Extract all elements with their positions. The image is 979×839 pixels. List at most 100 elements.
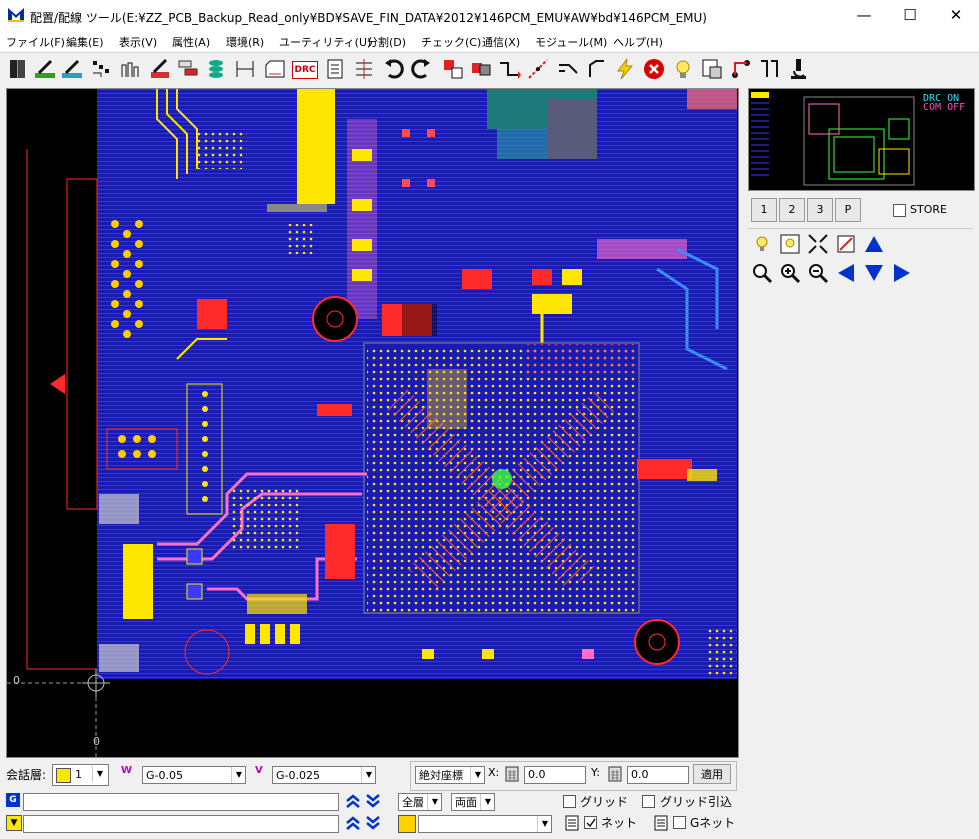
redo-icon[interactable] bbox=[410, 57, 434, 81]
menu-utility[interactable]: ユーティリティ(U) bbox=[279, 34, 371, 50]
highlight-icon[interactable] bbox=[671, 57, 695, 81]
side-scope-select[interactable]: 両面 ▼ bbox=[451, 793, 495, 811]
store-checkbox[interactable] bbox=[893, 204, 906, 217]
gnet-checkbox[interactable] bbox=[673, 816, 686, 829]
net-checkbox[interactable] bbox=[584, 816, 597, 829]
microscope-icon[interactable] bbox=[786, 57, 810, 81]
view-3-button[interactable]: 3 bbox=[807, 198, 833, 222]
zoom-in-icon[interactable] bbox=[778, 261, 802, 285]
x-input[interactable]: 0.0 bbox=[524, 766, 586, 784]
via-size-icon: V bbox=[255, 765, 263, 776]
coord-mode-select[interactable]: 絶対座標 ▼ bbox=[415, 766, 485, 784]
layer-scope-value: 全層 bbox=[402, 796, 424, 809]
component-icon[interactable] bbox=[89, 57, 113, 81]
menu-file[interactable]: ファイル(F) bbox=[6, 34, 65, 50]
via-icon[interactable] bbox=[204, 57, 228, 81]
move-icon[interactable] bbox=[441, 57, 465, 81]
overview-minimap[interactable]: DRC ON COM OFF bbox=[748, 88, 975, 191]
net-icon[interactable] bbox=[729, 57, 753, 81]
undo-icon[interactable] bbox=[381, 57, 405, 81]
spacing-icon[interactable] bbox=[352, 57, 376, 81]
pan-down-icon[interactable] bbox=[862, 261, 886, 285]
pan-right-icon[interactable] bbox=[890, 261, 914, 285]
drc-icon[interactable]: DRC bbox=[291, 57, 319, 81]
menu-split[interactable]: 分割(D) bbox=[367, 34, 406, 50]
outline-icon[interactable] bbox=[263, 57, 287, 81]
store-label: STORE bbox=[910, 203, 947, 216]
chevron-down-icon: ▼ bbox=[361, 767, 375, 783]
light-view-icon[interactable] bbox=[750, 232, 774, 256]
grid-checkbox[interactable] bbox=[563, 795, 576, 808]
view-p-button[interactable]: P bbox=[835, 198, 861, 222]
wire-width-select[interactable]: G-0.05 ▼ bbox=[142, 766, 246, 784]
pan-up-icon[interactable] bbox=[862, 232, 886, 256]
maximize-button[interactable]: ☐ bbox=[887, 0, 933, 31]
message-icon: ▼ bbox=[6, 815, 22, 831]
message-scroll-down-icon[interactable] bbox=[364, 814, 382, 832]
probe-icon[interactable] bbox=[757, 57, 781, 81]
layer-label: 会話層: bbox=[6, 768, 47, 782]
close-button[interactable]: ✕ bbox=[933, 0, 979, 31]
via-size-value: G-0.025 bbox=[276, 769, 320, 782]
copy-icon[interactable] bbox=[469, 57, 493, 81]
stop-icon[interactable] bbox=[642, 57, 666, 81]
menu-module[interactable]: モジュール(M) bbox=[535, 34, 607, 50]
menu-view[interactable]: 表示(V) bbox=[119, 34, 157, 50]
book-icon[interactable] bbox=[6, 57, 30, 81]
pen-icon[interactable] bbox=[33, 57, 57, 81]
net-document-icon[interactable] bbox=[565, 815, 579, 831]
chevron-down-icon: ▼ bbox=[537, 816, 551, 832]
layer-select[interactable]: 1 ▼ bbox=[52, 764, 109, 786]
corner-icon[interactable] bbox=[585, 57, 609, 81]
scroll-down-icon[interactable] bbox=[364, 792, 382, 810]
menu-help[interactable]: ヘルプ(H) bbox=[613, 34, 663, 50]
message-scroll-up-icon[interactable] bbox=[344, 814, 362, 832]
view-control-panel bbox=[748, 228, 973, 291]
grid-snap-checkbox[interactable] bbox=[642, 795, 655, 808]
minimize-button[interactable]: — bbox=[841, 0, 887, 31]
via-size-select[interactable]: G-0.025 ▼ bbox=[272, 766, 376, 784]
zoom-out-icon[interactable] bbox=[806, 261, 830, 285]
grid-snap-label: グリッド引込 bbox=[660, 795, 733, 809]
menu-attribute[interactable]: 属性(A) bbox=[172, 34, 210, 50]
zoom-window-icon[interactable] bbox=[750, 261, 774, 285]
diagonal-icon[interactable] bbox=[526, 57, 550, 81]
menu-edit[interactable]: 編集(E) bbox=[66, 34, 104, 50]
apply-button[interactable]: 適用 bbox=[693, 764, 731, 784]
pins-icon[interactable] bbox=[118, 57, 142, 81]
calculator-x-icon[interactable] bbox=[505, 766, 519, 782]
filter-icon[interactable] bbox=[398, 815, 416, 833]
y-input[interactable]: 0.0 bbox=[627, 766, 689, 784]
layers-icon[interactable] bbox=[176, 57, 200, 81]
message-input[interactable] bbox=[23, 815, 339, 833]
measure-icon[interactable] bbox=[233, 57, 257, 81]
lightning-icon[interactable] bbox=[613, 57, 637, 81]
view-1-button[interactable]: 1 bbox=[751, 198, 777, 222]
trace-icon[interactable] bbox=[556, 57, 580, 81]
app-logo-icon bbox=[8, 8, 24, 22]
zoom-area-icon[interactable] bbox=[834, 232, 858, 256]
menu-communication[interactable]: 通信(X) bbox=[482, 34, 520, 50]
property-icon[interactable] bbox=[700, 57, 724, 81]
gnet-document-icon[interactable] bbox=[654, 815, 668, 831]
menu-environment[interactable]: 環境(R) bbox=[226, 34, 264, 50]
command-input[interactable] bbox=[23, 793, 339, 811]
document-icon[interactable] bbox=[323, 57, 347, 81]
wire-width-value: G-0.05 bbox=[146, 769, 183, 782]
light-box-icon[interactable] bbox=[778, 232, 802, 256]
scroll-up-icon[interactable] bbox=[344, 792, 362, 810]
drc-label: DRC bbox=[292, 61, 318, 79]
fit-view-icon[interactable] bbox=[806, 232, 830, 256]
pcb-canvas[interactable]: 0 0 bbox=[6, 88, 739, 758]
coord-mode-value: 絶対座標 bbox=[419, 769, 463, 782]
filter-select[interactable]: ▼ bbox=[418, 815, 552, 833]
menu-check[interactable]: チェック(C) bbox=[421, 34, 481, 50]
pan-left-icon[interactable] bbox=[834, 261, 858, 285]
eraser-icon[interactable] bbox=[60, 57, 84, 81]
calculator-y-icon[interactable] bbox=[608, 766, 622, 782]
route-icon[interactable] bbox=[497, 57, 521, 81]
chevron-down-icon: ▼ bbox=[231, 767, 245, 783]
view-2-button[interactable]: 2 bbox=[779, 198, 805, 222]
edit-icon[interactable] bbox=[148, 57, 172, 81]
layer-scope-select[interactable]: 全層 ▼ bbox=[398, 793, 442, 811]
